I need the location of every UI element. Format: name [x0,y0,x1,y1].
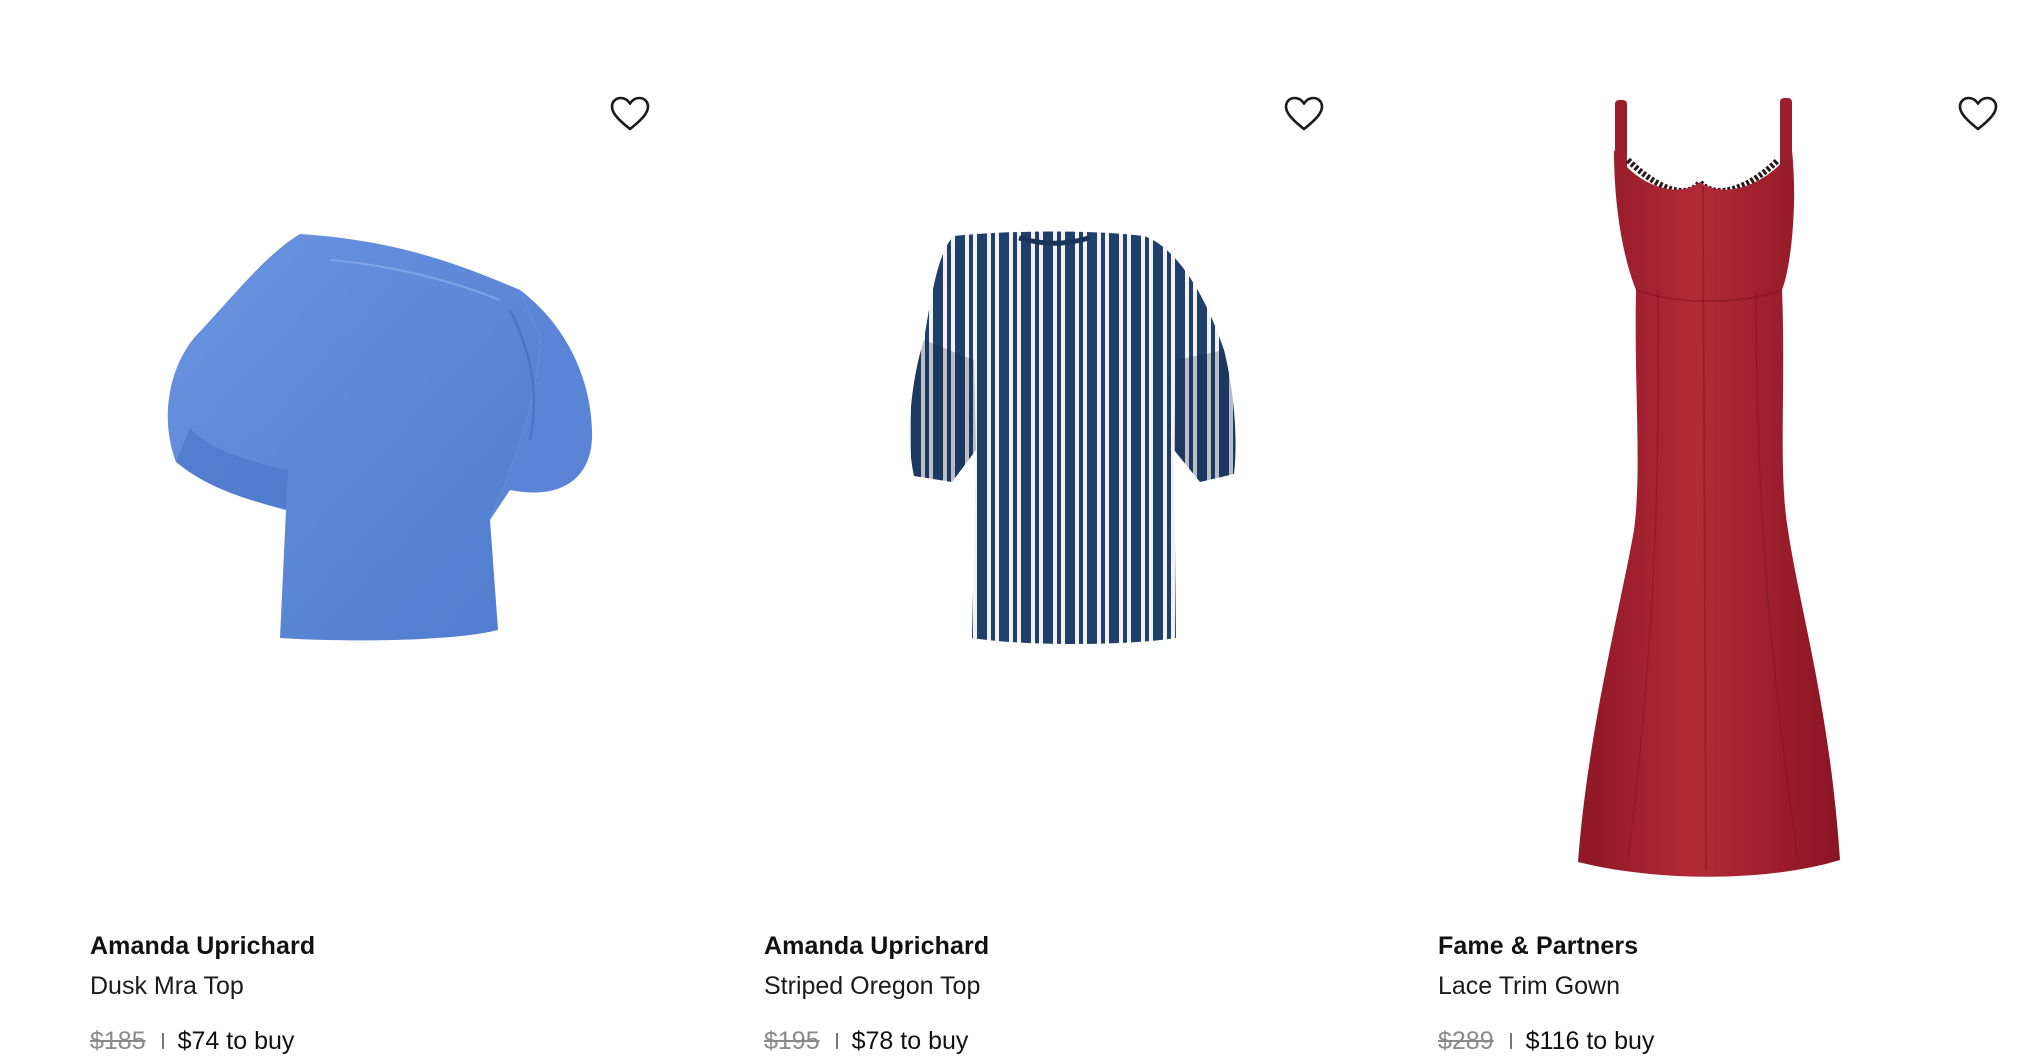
price-row: $289 $116 to buy [1438,1025,1998,1057]
price-divider [835,1033,838,1049]
product-info: Fame & Partners Lace Trim Gown $289 $116… [1438,930,1998,1057]
price-row: $195 $78 to buy [764,1025,1324,1057]
product-info: Amanda Uprichard Striped Oregon Top $195… [764,930,1324,1057]
price-divider [1509,1033,1512,1049]
product-image-red-gown[interactable] [1438,90,1998,890]
retail-price: $185 [90,1027,146,1055]
product-name[interactable]: Striped Oregon Top [764,970,1324,1002]
product-card[interactable]: Fame & Partners Lace Trim Gown $289 $116… [1438,0,1998,1055]
retail-price: $289 [1438,1027,1494,1055]
product-card[interactable]: Amanda Uprichard Striped Oregon Top $195… [764,0,1324,1055]
product-brand[interactable]: Amanda Uprichard [90,930,650,962]
product-brand[interactable]: Fame & Partners [1438,930,1998,962]
buy-price: $74 to buy [177,1027,295,1055]
price-divider [161,1033,164,1049]
buy-price: $116 to buy [1525,1027,1655,1055]
product-image-striped-top[interactable] [764,90,1324,890]
product-info: Amanda Uprichard Dusk Mra Top $185 $74 t… [90,930,650,1057]
product-image-blue-top[interactable] [90,90,650,890]
buy-price: $78 to buy [851,1027,969,1055]
product-name[interactable]: Lace Trim Gown [1438,970,1998,1002]
retail-price: $195 [764,1027,820,1055]
product-card[interactable]: Amanda Uprichard Dusk Mra Top $185 $74 t… [90,0,650,1055]
product-brand[interactable]: Amanda Uprichard [764,930,1324,962]
product-grid: Amanda Uprichard Dusk Mra Top $185 $74 t… [0,0,2024,1055]
product-name[interactable]: Dusk Mra Top [90,970,650,1002]
price-row: $185 $74 to buy [90,1025,650,1057]
